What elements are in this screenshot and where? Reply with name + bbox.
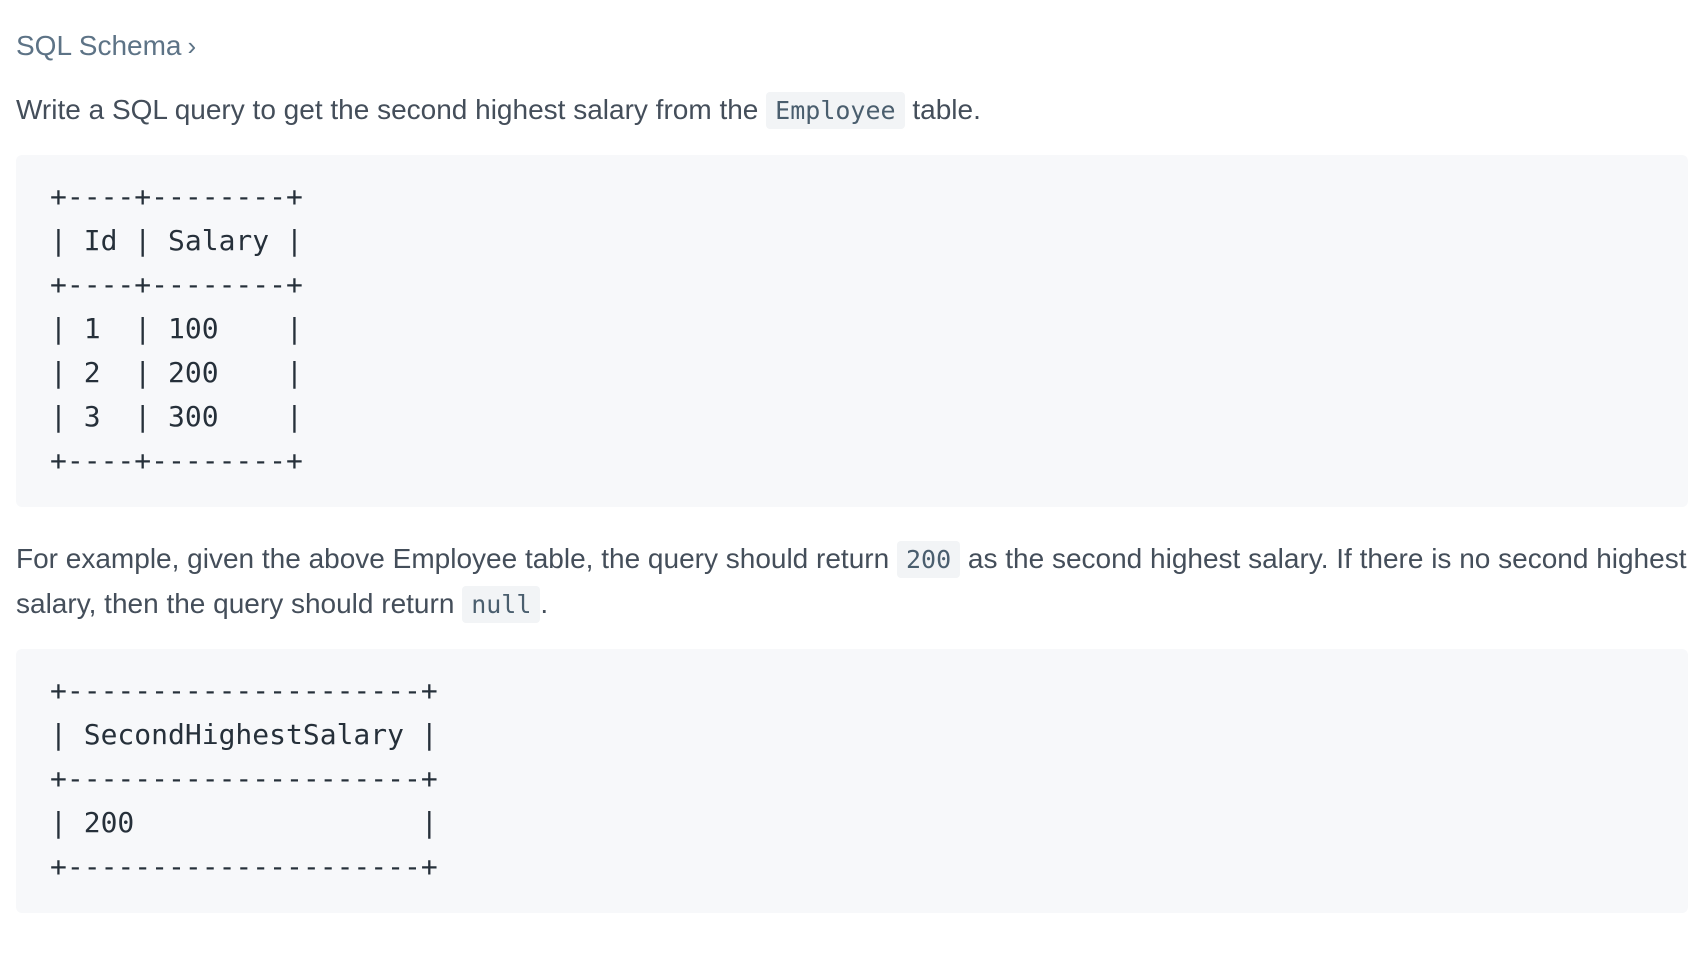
intro-text-after: table. [904,94,981,125]
inline-code-employee: Employee [766,92,905,129]
example-text-after: . [540,588,549,619]
employee-table-code-block: +----+--------+ | Id | Salary | +----+--… [16,155,1688,507]
result-table-line: | 200 | [50,806,438,839]
result-table-code-block: +---------------------+ | SecondHighestS… [16,649,1688,913]
example-paragraph: For example, given the above Employee ta… [16,537,1688,627]
result-table-line: +---------------------+ [50,762,438,795]
problem-description: SQL Schema › Write a SQL query to get the… [0,0,1688,913]
employee-table-line: | Id | Salary | [50,224,303,257]
chevron-right-icon[interactable]: › [187,28,196,64]
employee-table-line: | 2 | 200 | [50,356,303,389]
inline-code-null: null [462,586,541,623]
sql-schema-link[interactable]: SQL Schema › [16,28,196,64]
employee-table-line: +----+--------+ [50,268,303,301]
example-text-before: For example, given the above Employee ta… [16,543,897,574]
result-table-line: +---------------------+ [50,674,438,707]
intro-paragraph: Write a SQL query to get the second high… [16,88,1688,133]
sql-schema-link-label[interactable]: SQL Schema [16,30,181,61]
employee-table-line: | 1 | 100 | [50,312,303,345]
result-table-line: | SecondHighestSalary | [50,718,438,751]
employee-table-line: +----+--------+ [50,444,303,477]
employee-table-line: +----+--------+ [50,180,303,213]
employee-table-line: | 3 | 300 | [50,400,303,433]
inline-code-200: 200 [896,541,961,578]
result-table-line: +---------------------+ [50,850,438,883]
intro-text-before: Write a SQL query to get the second high… [16,94,767,125]
